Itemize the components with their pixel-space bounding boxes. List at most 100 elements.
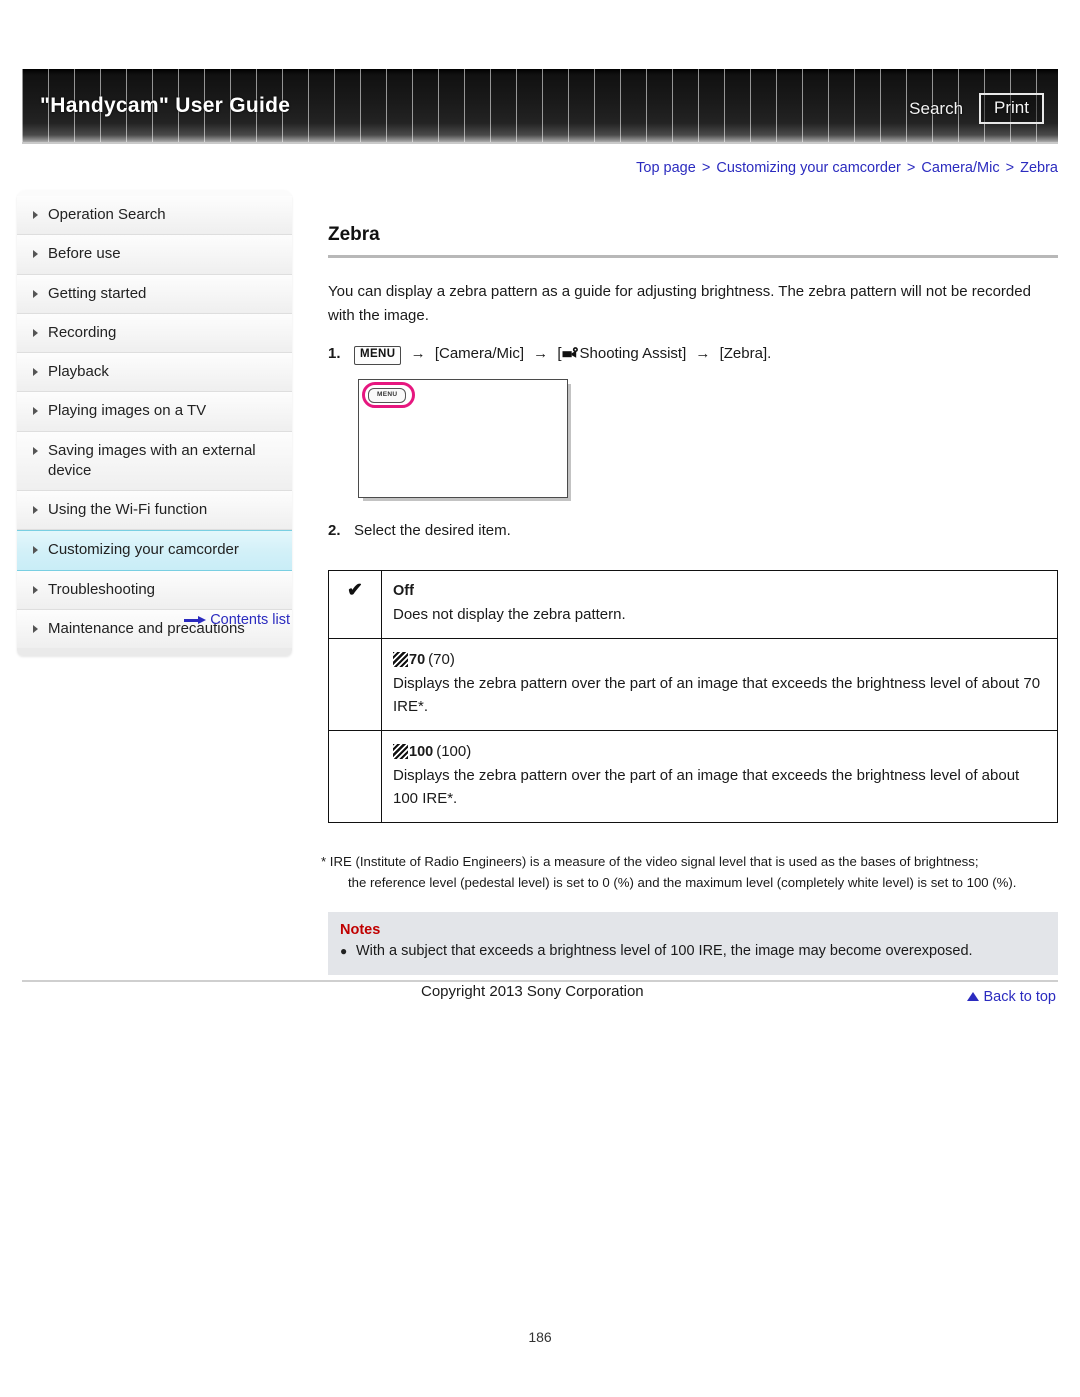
selected-check-cell — [328, 637, 382, 731]
sidebar-item-before-use[interactable]: Before use — [17, 235, 292, 275]
print-button[interactable]: Print — [979, 93, 1044, 124]
page-title: Zebra — [328, 224, 380, 245]
sidebar-navigation: Operation Search Before use Getting star… — [17, 190, 292, 656]
notes-box: Notes ● With a subject that exceeds a br… — [328, 912, 1058, 976]
contents-list-link[interactable]: Contents list — [17, 612, 292, 628]
option-heading: 100 (100) — [393, 740, 1046, 763]
option-description: Displays the zebra pattern over the part… — [393, 767, 1020, 808]
sidebar-item-label: Saving images with an external device — [48, 441, 256, 479]
selected-check-cell: ✔ — [328, 570, 382, 639]
zebra-pattern-icon — [393, 743, 408, 759]
option-paren: (70) — [428, 650, 455, 668]
footnote-line-1: * IRE (Institute of Radio Engineers) is … — [321, 853, 979, 869]
step-2-number: 2. — [328, 522, 341, 539]
breadcrumb-item-top-page[interactable]: Top page — [636, 160, 696, 176]
header-actions: Search Print — [903, 93, 1044, 124]
option-description: Displays the zebra pattern over the part… — [393, 675, 1041, 716]
option-cell: 100 (100) Displays the zebra pattern over… — [381, 729, 1058, 823]
chevron-right-icon — [33, 289, 38, 298]
notes-title: Notes — [340, 922, 381, 939]
camcorder-screen-illustration: MENU — [358, 379, 568, 498]
sidebar-item-label: Recording — [48, 323, 117, 341]
note-text: With a subject that exceeds a brightness… — [356, 943, 973, 960]
zebra-options-table: ✔ Off Does not display the zebra pattern… — [328, 570, 1058, 823]
sidebar-item-recording[interactable]: Recording — [17, 313, 292, 353]
copyright-text: Copyright 2013 Sony Corporation — [421, 983, 644, 1000]
option-cell: 70 (70) Displays the zebra pattern over t… — [381, 637, 1058, 731]
footnote: * IRE (Institute of Radio Engineers) is … — [321, 851, 1058, 894]
page-number: 186 — [528, 1329, 552, 1345]
sidebar-item-getting-started[interactable]: Getting started — [17, 274, 292, 314]
chevron-right-icon — [33, 585, 38, 594]
option-description: Does not display the zebra pattern. — [393, 606, 626, 624]
header-banner: "Handycam" User Guide Search Print — [22, 69, 1058, 144]
table-row[interactable]: ✔ Off Does not display the zebra pattern… — [328, 570, 1058, 639]
sidebar-item-label: Before use — [48, 245, 121, 263]
sidebar-item-operation-search[interactable]: Operation Search — [17, 196, 292, 236]
chevron-right-icon — [33, 407, 38, 416]
triangle-up-icon — [967, 992, 980, 1002]
breadcrumb: Top page > Customizing your camcorder > … — [636, 160, 1058, 176]
sidebar-item-label: Playback — [48, 363, 109, 380]
option-cell: Off Does not display the zebra pattern. — [381, 570, 1058, 639]
page-app-title: "Handycam" User Guide — [40, 94, 291, 117]
arrow-right-icon — [184, 615, 207, 625]
camcorder-settings-icon — [562, 344, 579, 358]
breadcrumb-separator: > — [1005, 160, 1015, 176]
footer-divider — [22, 980, 1058, 982]
sidebar-item-playback[interactable]: Playback — [17, 353, 292, 393]
back-to-top-label: Back to top — [983, 989, 1056, 1006]
sidebar-item-using-the-wifi-function[interactable]: Using the Wi-Fi function — [17, 491, 292, 531]
selected-check-cell — [328, 729, 382, 823]
breadcrumb-item-customizing[interactable]: Customizing your camcorder — [716, 160, 901, 176]
search-button[interactable]: Search — [903, 96, 969, 122]
option-name: 100 — [409, 743, 434, 760]
breadcrumb-separator: > — [906, 160, 916, 176]
sidebar-item-playing-images-on-a-tv[interactable]: Playing images on a TV — [17, 392, 292, 432]
arrow-right-glyph: → — [410, 345, 426, 362]
breadcrumb-separator: > — [701, 160, 711, 176]
option-heading: 70 (70) — [393, 648, 1046, 671]
step-1: 1. MENU → [Camera/Mic] → [Shooting Assis… — [328, 342, 1058, 366]
footnote-line-2: the reference level (pedestal level) is … — [348, 875, 1017, 891]
chevron-right-icon — [33, 506, 38, 514]
sidebar-item-customizing-your-camcorder[interactable]: Customizing your camcorder — [17, 530, 292, 571]
step-1-shooting-assist: Shooting Assist] — [579, 345, 687, 362]
check-icon: ✔ — [347, 580, 363, 601]
breadcrumb-item-camera-mic[interactable]: Camera/Mic — [921, 160, 999, 176]
step-1-camera-mic: [Camera/Mic] — [434, 345, 524, 362]
option-paren: (100) — [436, 742, 472, 760]
step-1-text: MENU → [Camera/Mic] → [Shooting Assist] … — [354, 342, 1058, 366]
arrow-right-glyph: → — [533, 345, 549, 362]
table-row[interactable]: 70 (70) Displays the zebra pattern over t… — [328, 637, 1058, 731]
step-2-text: Select the desired item. — [354, 522, 511, 539]
sidebar-item-label: Getting started — [48, 284, 147, 302]
arrow-right-glyph: → — [695, 345, 711, 362]
step-1-zebra: [Zebra]. — [719, 345, 772, 362]
main-content: Zebra You can display a zebra pattern as… — [321, 224, 1058, 1006]
chevron-right-icon — [33, 250, 38, 259]
sidebar-item-troubleshooting[interactable]: Troubleshooting — [17, 570, 292, 610]
sidebar-item-label: Using the Wi-Fi function — [48, 501, 208, 518]
highlight-ring-icon — [362, 382, 415, 408]
chevron-right-icon — [33, 546, 38, 555]
chevron-right-icon — [33, 211, 38, 219]
option-name: Off — [393, 583, 414, 599]
table-row[interactable]: 100 (100) Displays the zebra pattern over… — [328, 729, 1058, 823]
chevron-right-icon — [33, 368, 38, 376]
option-name: 70 — [409, 651, 426, 668]
sidebar-item-saving-images-external-device[interactable]: Saving images with an external device — [17, 431, 292, 491]
menu-button-chip[interactable]: MENU — [354, 346, 402, 365]
step-1-number: 1. — [328, 345, 341, 362]
chevron-right-icon — [33, 446, 38, 455]
chevron-right-icon — [33, 328, 38, 337]
contents-list-label: Contents list — [210, 612, 290, 628]
step-2: 2. Select the desired item. — [328, 519, 1058, 543]
note-item: ● With a subject that exceeds a brightne… — [340, 941, 1046, 963]
breadcrumb-item-zebra: Zebra — [1020, 160, 1058, 176]
sidebar-item-label: Playing images on a TV — [48, 402, 207, 420]
intro-paragraph: You can display a zebra pattern as a gui… — [328, 283, 1031, 324]
sidebar-item-label: Troubleshooting — [48, 580, 156, 598]
bullet-icon: ● — [340, 944, 348, 959]
zebra-pattern-icon — [393, 651, 408, 667]
